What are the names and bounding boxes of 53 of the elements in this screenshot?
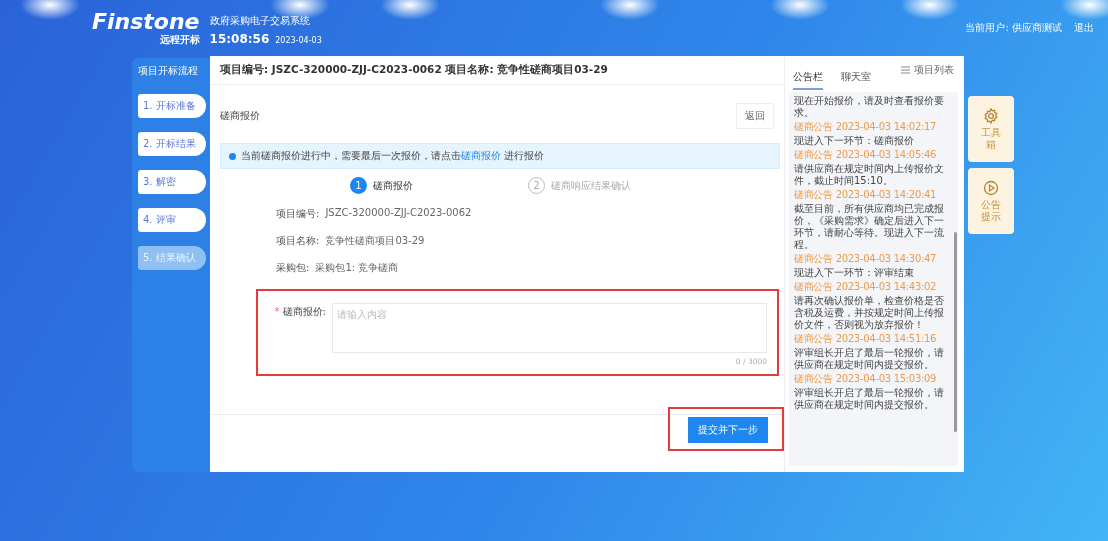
panel-tab[interactable]: 公告栏 xyxy=(793,70,823,90)
notice-text: 现进入下一环节：磋商报价 xyxy=(794,135,915,147)
notice-title: 磋商公告 2023-04-03 14:51:16 xyxy=(794,333,938,345)
notice-title: 磋商公告 2023-04-03 14:05:46 xyxy=(794,149,938,161)
quote-input-field[interactable]: 请输入内容 xyxy=(332,303,767,353)
field-label: * 磋商报价: xyxy=(273,305,326,319)
sidebar-item[interactable]: 3. 解密 xyxy=(138,170,206,194)
info-dot-icon xyxy=(229,152,236,160)
date: 2023-04-03 xyxy=(275,36,322,45)
tool-button[interactable]: 公告提示 xyxy=(968,168,1014,234)
field-value: 竞争性磋商项目03-29 xyxy=(325,234,425,248)
notice-text: 请供应商在规定时间内上传报价文件，截止时间15:10。 xyxy=(794,163,945,187)
field-value: 采购包1: 竞争磋商 xyxy=(315,261,399,275)
alert-link[interactable]: 磋商报价 xyxy=(461,150,501,161)
field-label: 项目名称: xyxy=(276,234,320,248)
tool-button[interactable]: 工具箱 xyxy=(968,96,1014,162)
step-label: 磋商响应结果确认 xyxy=(551,178,631,193)
notice-text: 现在开始报价，请及时查看报价要求。 xyxy=(794,95,945,119)
notice-title: 磋商公告 2023-04-03 14:30:47 xyxy=(794,253,938,265)
logout-link[interactable]: 退出 xyxy=(1074,21,1094,35)
play-circle-icon xyxy=(983,179,999,196)
field-value: JSZC-320000-ZJJ-C2023-0062 xyxy=(325,207,472,220)
notice-text: 评审组长开启了最后一轮报价，请供应商在规定时间内提交报价。 xyxy=(794,347,945,371)
list-icon xyxy=(901,66,910,74)
notice-text: 现进入下一环节：评审结束 xyxy=(794,267,915,279)
section-title: 磋商报价 xyxy=(220,109,260,123)
back-button[interactable]: 返回 xyxy=(736,103,774,129)
notice-title: 磋商公告 2023-04-03 14:20:41 xyxy=(794,189,938,201)
alert-text: 当前磋商报价进行中，需要最后一次报价，请点击磋商报价 进行报价 xyxy=(241,149,545,163)
project-list-link[interactable]: 项目列表 xyxy=(914,63,954,77)
project-title: 项目编号: JSZC-320000-ZJJ-C2023-0062 项目名称: 竞争性磋商项目03-29 xyxy=(220,63,608,77)
step-number: 1 xyxy=(350,177,367,194)
notice-text: 请再次确认报价单，检查价格是否含税及运费，并按规定时间上传报价文件，否则视为放弃报价！ xyxy=(794,295,945,331)
logo-subtitle: 远程开标 xyxy=(159,34,200,46)
logo-text: Finstone xyxy=(92,10,200,34)
panel-tab[interactable]: 聊天室 xyxy=(841,70,871,90)
sidebar-item[interactable]: 4. 评审 xyxy=(138,208,206,232)
submit-button[interactable]: 提交并下一步 xyxy=(688,417,768,443)
notice-text: 评审组长开启了最后一轮报价，请供应商在规定时间内提交报价。 xyxy=(794,387,945,411)
gear-icon xyxy=(983,107,999,124)
user-name: 当前用户: 供应商测试 xyxy=(965,21,1062,35)
notice-title: 磋商公告 2023-04-03 14:02:17 xyxy=(794,121,938,133)
step-label: 磋商报价 xyxy=(373,178,413,193)
notice-text: 截至目前，所有供应商均已完成报价，《采购需求》确定后进入下一环节，请耐心等待。现进入下一流程。 xyxy=(794,203,945,251)
sidebar-item[interactable]: 2. 开标结果 xyxy=(138,132,206,156)
field-label: 项目编号: xyxy=(276,207,320,221)
field-label: 采购包: xyxy=(276,261,310,275)
notice-title: 磋商公告 2023-04-03 14:43:02 xyxy=(794,281,938,293)
sidebar-item[interactable]: 1. 开标准备 xyxy=(138,94,206,118)
clock: 15:08:56 xyxy=(209,32,270,46)
system-name: 政府采购电子交易系统 xyxy=(209,14,311,28)
notice-title: 磋商公告 2023-04-03 15:03:09 xyxy=(794,373,938,385)
sidebar-title: 项目开标流程 xyxy=(138,64,199,78)
